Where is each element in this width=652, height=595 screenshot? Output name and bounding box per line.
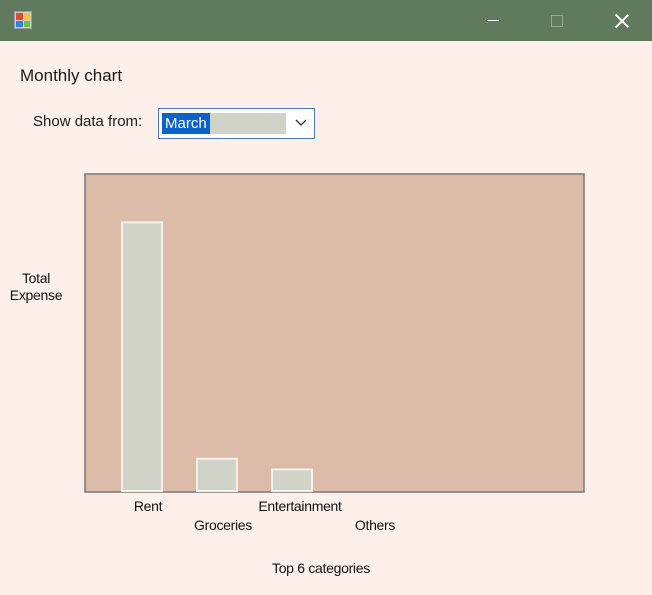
bar-entertainment <box>271 468 313 493</box>
tick-label-rent: Rent <box>133 498 163 514</box>
x-axis-label: Top 6 categories <box>272 560 370 576</box>
tick-label-groceries: Groceries <box>194 517 252 533</box>
bar-rent <box>121 221 163 492</box>
tick-label-entertainment: Entertainment <box>258 498 342 514</box>
bar-groceries <box>196 457 238 493</box>
tick-label-others: Others <box>354 517 396 533</box>
